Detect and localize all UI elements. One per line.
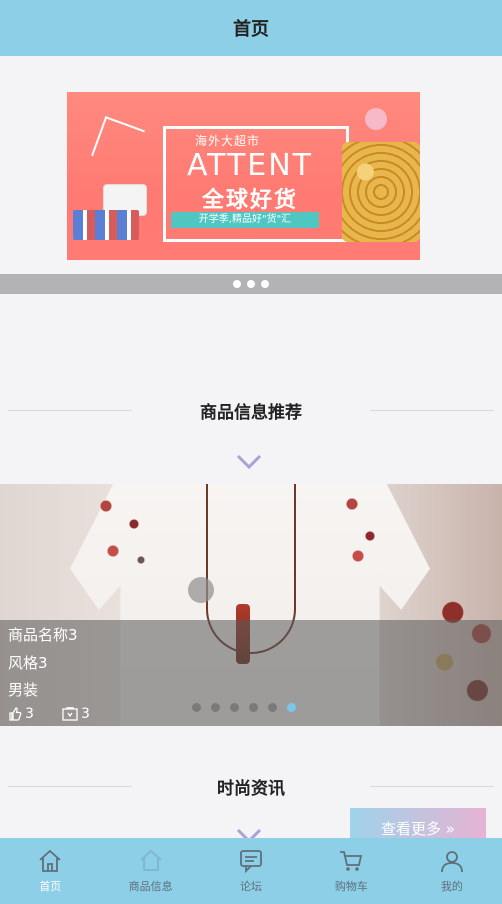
banner-dot[interactable] [261, 280, 269, 288]
banner-top-text: 海外大超市 [195, 134, 261, 148]
tab-profile[interactable]: 我的 [402, 838, 502, 904]
tab-home[interactable]: 首页 [0, 838, 100, 904]
thumbs-up-icon [9, 707, 22, 721]
banner-cn-text: 全球好货 [201, 188, 298, 213]
news-section-header: 时尚资讯 [0, 766, 502, 806]
divider-line [370, 410, 494, 411]
tab-label: 论坛 [240, 880, 263, 893]
cookie-tin-image [342, 142, 420, 242]
product-style: 风格3 [8, 654, 48, 672]
pink-ornament-image [365, 108, 387, 130]
product-icon [140, 849, 162, 871]
banner-dot[interactable] [247, 280, 255, 288]
banner-main-text: ATTENT [186, 148, 314, 183]
likes-stat[interactable]: 3 [8, 706, 34, 722]
promo-banner[interactable]: 海外大超市 ATTENT 全球好货 开学季,精品好"货"汇 [67, 92, 420, 260]
tab-label: 购物车 [334, 880, 368, 893]
home-icon [39, 849, 61, 872]
embroidery-decoration [92, 488, 162, 578]
carousel-dot-active[interactable] [287, 703, 296, 712]
banner-decoration-figure [91, 116, 145, 170]
decoration-ball [188, 577, 214, 603]
banner-dot[interactable] [233, 280, 241, 288]
tab-label: 商品信息 [128, 880, 173, 893]
chevron-down-icon [236, 454, 262, 470]
product-name: 商品名称3 [8, 626, 78, 644]
tab-label: 首页 [39, 880, 62, 893]
news-section-title: 时尚资讯 [211, 773, 291, 799]
carousel-dot[interactable] [268, 703, 277, 712]
chat-icon [240, 850, 262, 874]
cart-icon [340, 851, 363, 871]
banner-pagination [0, 274, 502, 294]
bottom-tab-bar: 首页 商品信息 论坛 购物车 我的 [0, 838, 502, 904]
top-header: 首页 [0, 0, 502, 56]
carousel-dot[interactable] [230, 703, 239, 712]
carousel-dot[interactable] [192, 703, 201, 712]
banner-area: 海外大超市 ATTENT 全球好货 开学季,精品好"货"汇 [0, 56, 502, 376]
user-icon [440, 851, 463, 873]
products-section-header: 商品信息推荐 [0, 390, 502, 430]
product-box-image [73, 210, 139, 240]
embroidery-decoration [334, 488, 394, 568]
tab-cart[interactable]: 购物车 [301, 838, 401, 904]
product-category: 男装 [8, 681, 39, 699]
carousel-dot[interactable] [211, 703, 220, 712]
page-title: 首页 [233, 19, 269, 40]
carousel-dot[interactable] [249, 703, 258, 712]
product-carousel-pagination [192, 703, 296, 712]
likes-count: 3 [25, 706, 34, 722]
collect-icon [62, 707, 78, 721]
divider-line [8, 410, 132, 411]
tab-forum[interactable]: 论坛 [201, 838, 301, 904]
tab-products[interactable]: 商品信息 [100, 838, 200, 904]
banner-pill-text: 开学季,精品好"货"汇 [171, 212, 319, 228]
divider-line [370, 786, 494, 787]
products-section-title: 商品信息推荐 [194, 397, 308, 423]
tab-label: 我的 [440, 880, 463, 893]
divider-line [8, 786, 132, 787]
collects-count: 3 [81, 706, 90, 722]
collects-stat[interactable]: 3 [62, 706, 90, 722]
